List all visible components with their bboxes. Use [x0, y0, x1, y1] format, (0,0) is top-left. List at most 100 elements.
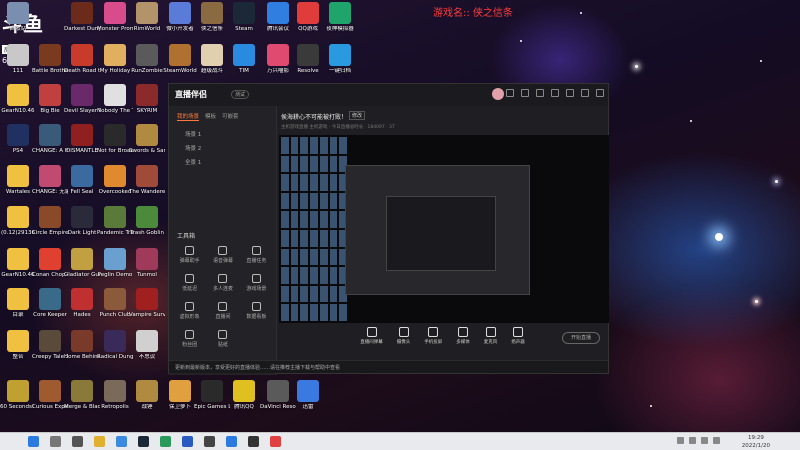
- desktop-icon[interactable]: QQ游戏: [290, 2, 326, 48]
- steam-icon[interactable]: [138, 436, 149, 447]
- scene-item[interactable]: 全景 1: [169, 155, 276, 169]
- tool-item[interactable]: 数据看板: [240, 302, 273, 320]
- desktop-icon[interactable]: Circle Empires: [32, 206, 68, 252]
- control-button[interactable]: 多媒体: [456, 326, 470, 345]
- task-view-icon[interactable]: [72, 436, 83, 447]
- desktop-icon[interactable]: 迅雷: [290, 380, 326, 426]
- control-button[interactable]: 直播间弹幕: [360, 326, 383, 345]
- network-icon[interactable]: [689, 437, 696, 444]
- scene-item[interactable]: 场景 2: [169, 141, 276, 155]
- app-icon[interactable]: [182, 436, 193, 447]
- edit-title-button[interactable]: 修改: [349, 111, 366, 120]
- tool-item[interactable]: 虚拟形象: [173, 302, 206, 320]
- preview-thumb: [281, 229, 289, 247]
- desktop-icon[interactable]: Retropolis: [97, 380, 133, 426]
- stream-companion-window[interactable]: 直播伴侣 测试 我的场景 模板 可嵌套 场景 1 场景 2 全景 1 工具箱 弹…: [168, 83, 609, 375]
- desktop-icon[interactable]: Hades: [64, 288, 100, 334]
- tool-item[interactable]: 低延迟: [173, 274, 206, 292]
- help-icon[interactable]: [551, 89, 559, 97]
- desktop-icon[interactable]: 侠之信条: [194, 2, 230, 48]
- tool-item[interactable]: 游戏场景: [240, 274, 273, 292]
- desktop-icon[interactable]: (0.12)29136: [0, 206, 36, 252]
- tool-item[interactable]: 弹幕助手: [173, 246, 206, 264]
- desktop-icon[interactable]: 微小开发者: [162, 2, 198, 48]
- app-icon[interactable]: [204, 436, 215, 447]
- desktop-icon[interactable]: Monster Prom: [97, 2, 133, 48]
- volume-icon[interactable]: [701, 437, 708, 444]
- desktop-icon[interactable]: Core Keeper: [32, 288, 68, 334]
- desktop-icon[interactable]: Darkest Dungeon: [64, 2, 100, 48]
- desktop-icon[interactable]: Fell Seal: [64, 165, 100, 211]
- desktop-icon[interactable]: Curious Expedition: [32, 380, 68, 426]
- start-live-button[interactable]: 开始直播: [562, 332, 600, 344]
- desktop-icon[interactable]: 不思议: [129, 330, 165, 376]
- chevron-up-icon[interactable]: [677, 437, 684, 444]
- ime-icon[interactable]: [713, 437, 720, 444]
- control-button[interactable]: 摄像头: [397, 326, 410, 345]
- user-avatar[interactable]: [492, 88, 504, 100]
- edge-icon[interactable]: [116, 436, 127, 447]
- close-icon[interactable]: [596, 89, 604, 97]
- desktop-icon[interactable]: Trash Goblin: [129, 206, 165, 252]
- tab-nested[interactable]: 可嵌套: [222, 112, 239, 121]
- desktop-icon[interactable]: Creepy Tale 2: [32, 330, 68, 376]
- chrome-icon[interactable]: [160, 436, 171, 447]
- desktop-icon[interactable]: 目录: [0, 288, 36, 334]
- desktop-icon[interactable]: 夜神模拟器: [322, 2, 358, 48]
- settings-icon[interactable]: [536, 89, 544, 97]
- start-icon[interactable]: [28, 436, 39, 447]
- control-button[interactable]: 扬声器: [511, 326, 525, 345]
- control-button[interactable]: 手机投屏: [424, 326, 442, 345]
- tool-item[interactable]: 贴纸: [206, 330, 239, 348]
- desktop-icon[interactable]: CHANGE: A Homeless: [32, 124, 68, 170]
- file-explorer-icon[interactable]: [94, 436, 105, 447]
- clock[interactable]: 19:29 2022/1/20: [742, 434, 770, 450]
- app-icon: [136, 165, 158, 187]
- desktop-icon[interactable]: Dark Light: [64, 206, 100, 252]
- minimize-icon[interactable]: [566, 89, 574, 97]
- desktop-icon[interactable]: 腾讯QQ: [226, 380, 262, 426]
- tool-icon: [251, 302, 261, 311]
- scene-item[interactable]: 场景 1: [169, 127, 276, 141]
- stream-preview[interactable]: [279, 135, 609, 323]
- desktop-icon[interactable]: 回收站: [0, 2, 36, 48]
- desktop-icon[interactable]: Overcooked: [97, 165, 133, 211]
- maximize-icon[interactable]: [581, 89, 589, 97]
- control-button[interactable]: 麦克风: [484, 326, 497, 345]
- desktop-icon[interactable]: Steam: [226, 2, 262, 48]
- desktop-icon[interactable]: Epic Games Launcher: [194, 380, 230, 426]
- desktop-icon[interactable]: Not for Broadcast: [97, 124, 133, 170]
- app-icon[interactable]: [226, 436, 237, 447]
- desktop-icon[interactable]: Home Behind: [64, 330, 100, 376]
- desktop-icon[interactable]: Vampire Survivors: [129, 288, 165, 334]
- desktop-icon[interactable]: Merge & Blade: [64, 380, 100, 426]
- tool-item[interactable]: 多人连麦: [206, 274, 239, 292]
- search-icon[interactable]: [50, 436, 61, 447]
- skin-icon[interactable]: [521, 89, 529, 97]
- desktop-icon[interactable]: PS4: [0, 124, 36, 170]
- app-icon[interactable]: [248, 436, 259, 447]
- desktop-icon[interactable]: The Wanderer: [129, 165, 165, 211]
- desktop-icon[interactable]: CHANGE: 无家可归: [32, 165, 68, 211]
- desktop-icon[interactable]: 保卫萝卜: [162, 380, 198, 426]
- app-icon: [136, 206, 158, 228]
- desktop-icon[interactable]: 60 Seconds! Reatomized: [0, 380, 36, 426]
- tool-item[interactable]: 直播间: [206, 302, 239, 320]
- desktop-icon[interactable]: Swords & Sandals: [129, 124, 165, 170]
- desktop-icon[interactable]: Radical Dungeon: [97, 330, 133, 376]
- tab-templates[interactable]: 模板: [205, 112, 216, 121]
- tool-item[interactable]: 语音弹幕: [206, 246, 239, 264]
- tool-item[interactable]: 直播任务: [240, 246, 273, 264]
- desktop-icon[interactable]: Pandemic Train: [97, 206, 133, 252]
- desktop-icon[interactable]: 整合: [0, 330, 36, 376]
- desktop-icon[interactable]: DISMANTLE: [64, 124, 100, 170]
- desktop-icon[interactable]: Wartales: [0, 165, 36, 211]
- title-bar[interactable]: 直播伴侣 测试: [169, 84, 608, 106]
- desktop-icon[interactable]: RimWorld: [129, 2, 165, 48]
- app-icon[interactable]: [270, 436, 281, 447]
- tab-my-scenes[interactable]: 我的场景: [177, 112, 200, 121]
- menu-icon[interactable]: [506, 89, 514, 97]
- desktop-icon[interactable]: 战锤: [129, 380, 165, 426]
- tool-item[interactable]: 粉丝团: [173, 330, 206, 348]
- desktop-icon[interactable]: Punch Club: [97, 288, 133, 334]
